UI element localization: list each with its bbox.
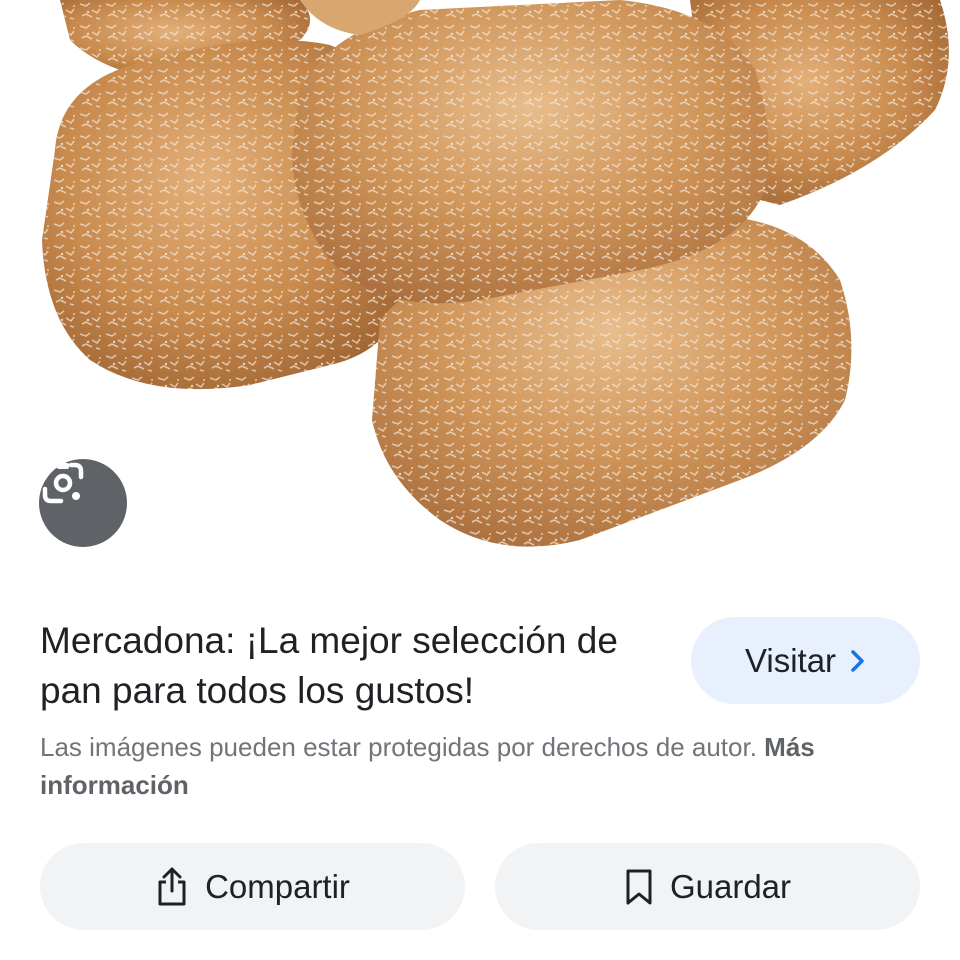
visit-label: Visitar xyxy=(744,641,837,679)
save-button[interactable]: Guardar xyxy=(495,843,920,930)
bread-rolls-image xyxy=(42,0,949,547)
share-label: Compartir xyxy=(205,867,350,905)
visit-button[interactable]: Visitar xyxy=(691,617,920,704)
chevron-right-icon xyxy=(851,649,864,672)
google-lens-icon xyxy=(42,462,84,504)
save-label: Guardar xyxy=(669,867,792,905)
copyright-notice: Las imágenes pueden estar protegidas por… xyxy=(40,728,840,804)
result-image[interactable] xyxy=(0,0,960,582)
bookmark-icon xyxy=(626,869,652,904)
copyright-text: Las imágenes pueden estar protegidas por… xyxy=(40,732,757,762)
share-icon xyxy=(158,867,186,905)
result-title[interactable]: Mercadona: ¡La mejor selección de pan pa… xyxy=(40,616,660,716)
google-lens-button[interactable] xyxy=(39,459,127,547)
share-button[interactable]: Compartir xyxy=(40,843,465,930)
